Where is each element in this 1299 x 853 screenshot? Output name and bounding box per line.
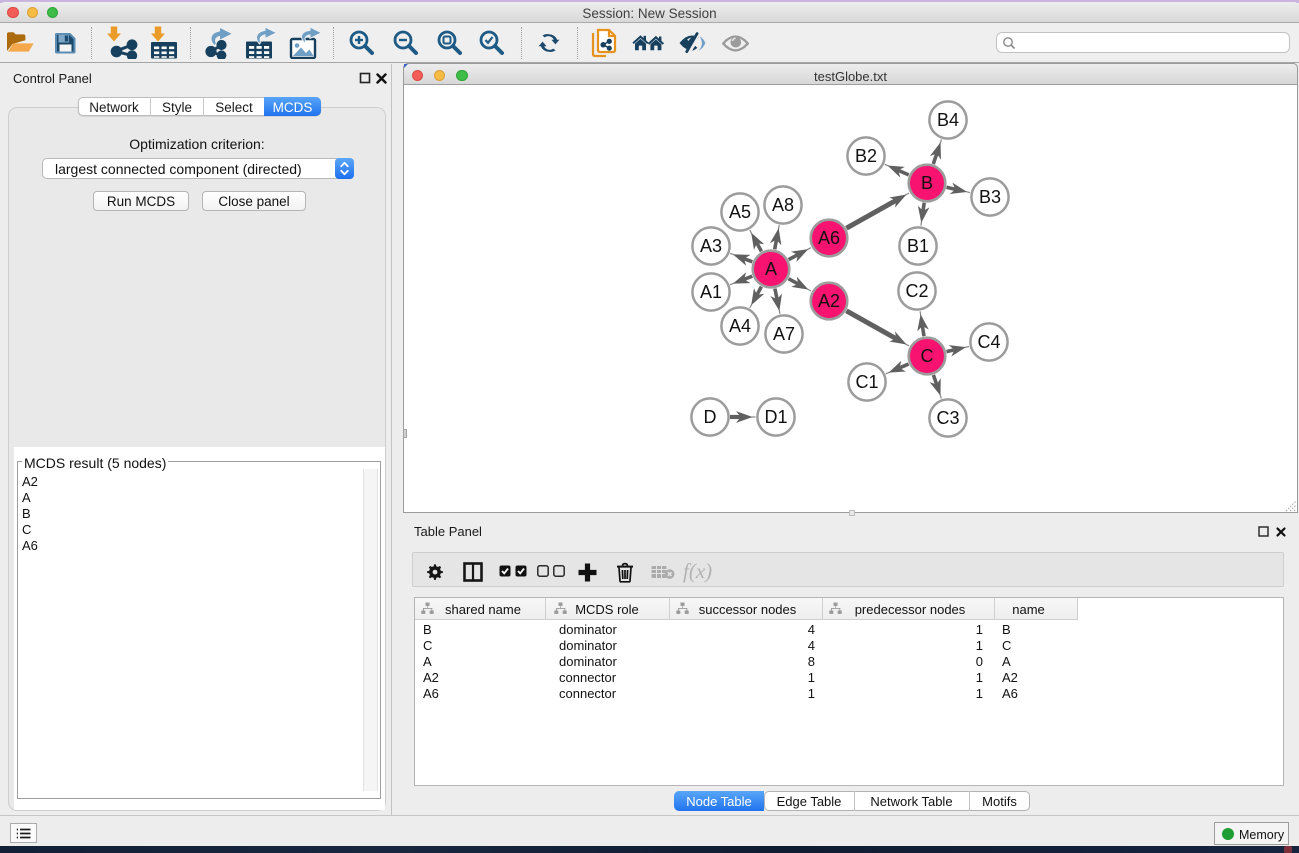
svg-text:B2: B2 [855, 146, 877, 166]
svg-text:C2: C2 [905, 281, 928, 301]
svg-text:A4: A4 [729, 316, 751, 336]
svg-text:B1: B1 [907, 236, 929, 256]
svg-text:D: D [704, 407, 717, 427]
svg-text:A: A [765, 259, 777, 279]
svg-text:C4: C4 [977, 332, 1000, 352]
svg-text:C: C [921, 346, 934, 366]
svg-text:A8: A8 [772, 195, 794, 215]
svg-text:B: B [921, 173, 933, 193]
svg-text:A3: A3 [700, 236, 722, 256]
svg-text:A6: A6 [818, 228, 840, 248]
svg-text:A5: A5 [729, 202, 751, 222]
svg-text:A1: A1 [700, 282, 722, 302]
svg-text:C3: C3 [936, 408, 959, 428]
svg-text:B4: B4 [937, 110, 959, 130]
svg-text:D1: D1 [764, 407, 787, 427]
svg-text:B3: B3 [979, 187, 1001, 207]
svg-text:A7: A7 [773, 324, 795, 344]
svg-text:C1: C1 [855, 372, 878, 392]
svg-text:A2: A2 [818, 291, 840, 311]
